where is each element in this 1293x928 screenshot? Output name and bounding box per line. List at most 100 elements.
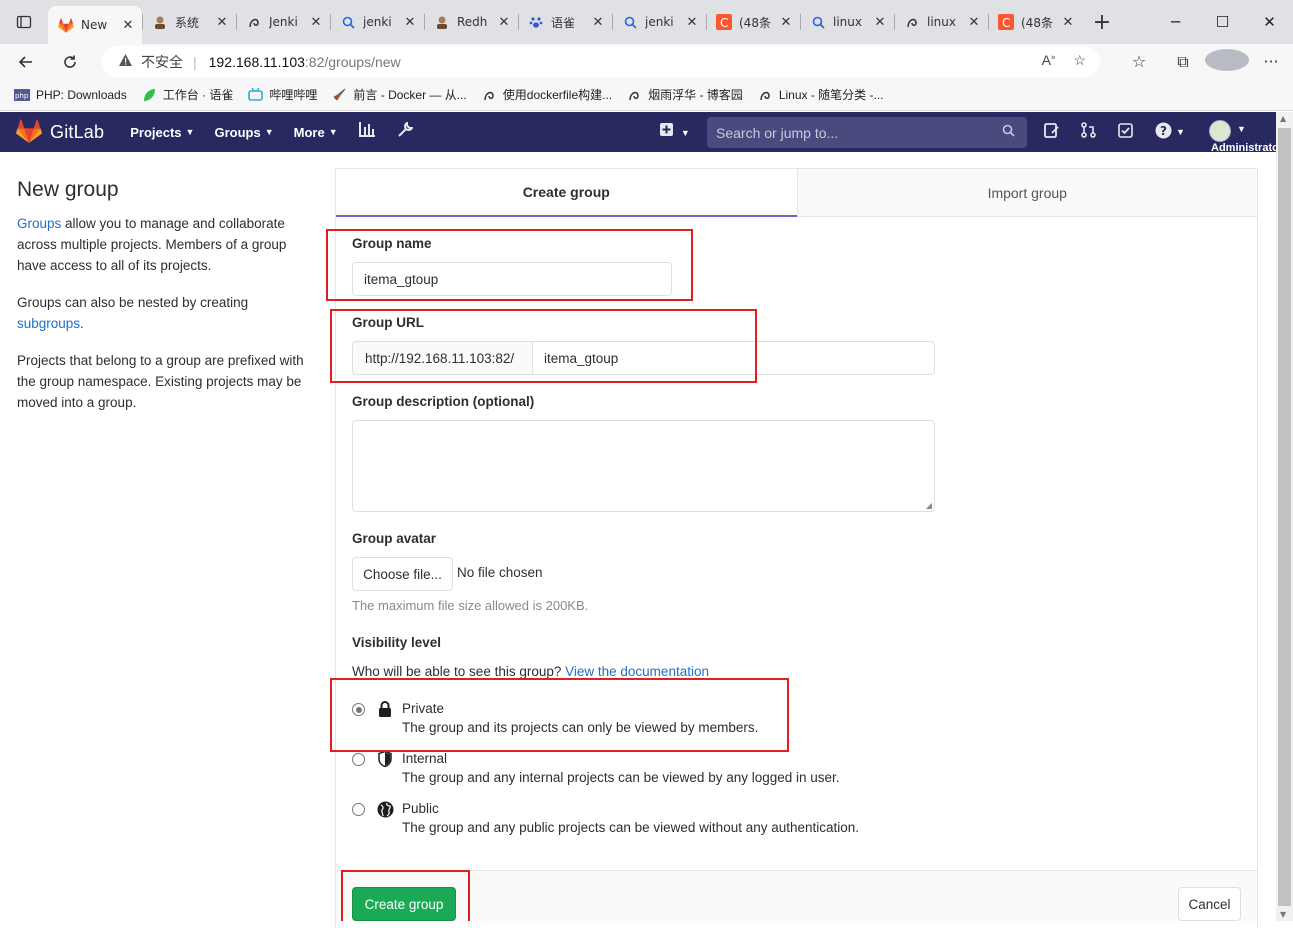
visibility-option-public[interactable]: Public The group and any public projects… xyxy=(352,801,952,841)
browser-tab[interactable]: Jenki ✕ xyxy=(236,4,330,40)
scroll-up-icon[interactable]: ▲ xyxy=(1280,114,1286,123)
gitlab-home-link[interactable]: GitLab xyxy=(16,118,105,146)
reload-icon[interactable] xyxy=(52,46,88,78)
browser-tab[interactable]: linux ✕ xyxy=(800,4,894,40)
browser-tab[interactable]: jenki ✕ xyxy=(330,4,424,40)
close-tab-icon[interactable]: ✕ xyxy=(308,15,324,30)
new-group-sidebar: New group Groups allow you to manage and… xyxy=(17,178,317,429)
activity-chart-icon[interactable] xyxy=(358,122,375,142)
issues-icon[interactable] xyxy=(1044,122,1059,142)
gitlab-search-input[interactable]: Search or jump to... xyxy=(707,117,1027,148)
close-tab-icon[interactable]: ✕ xyxy=(1060,15,1076,30)
tab-import-group[interactable]: Import group xyxy=(796,169,1257,217)
close-tab-icon[interactable]: ✕ xyxy=(120,18,136,33)
choose-file-button[interactable]: Choose file... xyxy=(352,557,453,591)
search-placeholder: Search or jump to... xyxy=(716,124,839,141)
internal-radio[interactable] xyxy=(352,753,365,766)
scrollbar-thumb[interactable] xyxy=(1278,128,1291,906)
window-controls: ─ ☐ ✕ xyxy=(1152,0,1293,44)
tab-actions-icon[interactable] xyxy=(0,0,48,44)
groups-menu[interactable]: Groups ▼ xyxy=(214,125,273,140)
maximize-icon[interactable]: ☐ xyxy=(1199,0,1246,44)
close-tab-icon[interactable]: ✕ xyxy=(496,15,512,30)
browser-tab-active[interactable]: New ✕ xyxy=(48,6,142,44)
close-tab-icon[interactable]: ✕ xyxy=(590,15,606,30)
group-description-textarea[interactable]: ◢ xyxy=(352,420,935,512)
more-menu[interactable]: More ▼ xyxy=(294,125,338,140)
add-favorite-icon[interactable]: ☆ xyxy=(1073,52,1086,69)
browser-tab[interactable]: linux ✕ xyxy=(894,4,988,40)
close-tab-icon[interactable]: ✕ xyxy=(778,15,794,30)
more-icon[interactable]: ··· xyxy=(1249,52,1293,71)
tab-create-group[interactable]: Create group xyxy=(336,169,797,217)
sidebar-paragraph: Groups allow you to manage and collabora… xyxy=(17,213,317,276)
close-tab-icon[interactable]: ✕ xyxy=(872,15,888,30)
bookmark-item[interactable]: 前言 - Docker — 从... xyxy=(331,86,467,103)
browser-tab[interactable]: 系统 ✕ xyxy=(142,4,236,40)
new-tab-button[interactable]: + xyxy=(1082,4,1122,40)
visibility-level-label: Visibility level xyxy=(352,635,442,650)
group-name-input[interactable]: itema_gtoup xyxy=(352,262,672,296)
bookmark-label: 使用dockerfile构建... xyxy=(502,88,613,102)
minimize-icon[interactable]: ─ xyxy=(1152,0,1199,44)
private-radio[interactable] xyxy=(352,703,365,716)
tab-title: Jenki xyxy=(269,15,298,29)
bookmark-item[interactable]: 工作台 · 语雀 xyxy=(141,86,233,103)
cancel-button[interactable]: Cancel xyxy=(1178,887,1241,921)
merge-request-icon[interactable] xyxy=(1081,122,1096,142)
read-aloud-icon[interactable]: A» xyxy=(1042,52,1056,69)
browser-tab[interactable]: C (48条 ✕ xyxy=(988,4,1082,40)
new-item-dropdown[interactable]: ▼ xyxy=(660,123,690,139)
close-tab-icon[interactable]: ✕ xyxy=(402,15,418,30)
tab-title: linux xyxy=(833,15,862,29)
close-tab-icon[interactable]: ✕ xyxy=(966,15,982,30)
browser-tab[interactable]: 语雀 ✕ xyxy=(518,4,612,40)
page-scrollbar[interactable]: ▲ ▼ xyxy=(1276,112,1293,921)
visibility-option-internal[interactable]: Internal The group and any internal proj… xyxy=(352,751,952,791)
search-icon xyxy=(1002,124,1015,140)
view-documentation-link[interactable]: View the documentation xyxy=(565,664,709,679)
gitlab-main-menu: Projects ▼ Groups ▼ More ▼ xyxy=(130,120,434,143)
bookmark-label: Linux - 随笔分类 -... xyxy=(778,88,884,102)
bookmark-item[interactable]: 使用dockerfile构建... xyxy=(481,86,612,103)
sidebar-text: . xyxy=(80,316,84,331)
gitlab-logo-icon xyxy=(16,118,42,146)
help-dropdown[interactable]: ? ▼ xyxy=(1155,122,1185,143)
close-tab-icon[interactable]: ✕ xyxy=(684,15,700,30)
url-bar[interactable]: 不安全 | 192.168.11.103:82/groups/new A» ☆ xyxy=(102,46,1100,77)
profile-icon[interactable] xyxy=(1205,48,1249,75)
create-group-button[interactable]: Create group xyxy=(352,887,456,921)
security-label[interactable]: 不安全 xyxy=(141,52,183,72)
browser-tab[interactable]: Redh ✕ xyxy=(424,4,518,40)
back-icon[interactable] xyxy=(8,46,44,78)
visibility-option-private[interactable]: Private The group and its projects can o… xyxy=(352,701,952,741)
favorites-icon[interactable]: ☆ xyxy=(1117,52,1161,71)
groups-help-link[interactable]: Groups xyxy=(17,216,61,231)
group-path-input[interactable]: itema_gtoup xyxy=(532,341,935,375)
leaf-icon xyxy=(141,87,157,103)
projects-menu[interactable]: Projects ▼ xyxy=(130,125,194,140)
resize-handle-icon[interactable]: ◢ xyxy=(926,501,932,510)
collections-icon[interactable]: ⧉ xyxy=(1161,52,1205,72)
browser-tab[interactable]: jenki ✕ xyxy=(612,4,706,40)
bookmark-item[interactable]: 烟雨浮华 - 博客园 xyxy=(626,86,743,103)
close-tab-icon[interactable]: ✕ xyxy=(214,15,230,30)
swirl-icon xyxy=(626,87,642,103)
gitlab-brand: GitLab xyxy=(50,121,105,142)
user-menu[interactable]: ▼ Administrator xyxy=(1209,120,1276,152)
svg-text:C: C xyxy=(1002,16,1010,30)
warning-icon[interactable] xyxy=(118,53,133,70)
subgroups-help-link[interactable]: subgroups xyxy=(17,316,80,331)
bookmark-item[interactable]: 哔哩哔哩 xyxy=(247,86,317,103)
private-description: The group and its projects can only be v… xyxy=(402,720,759,735)
todo-icon[interactable] xyxy=(1118,122,1133,142)
public-radio[interactable] xyxy=(352,803,365,816)
gitlab-icon xyxy=(58,17,74,33)
scroll-down-icon[interactable]: ▼ xyxy=(1280,910,1286,919)
wrench-icon[interactable] xyxy=(397,120,414,143)
bookmark-item[interactable]: php PHP: Downloads xyxy=(14,87,127,103)
browser-tab[interactable]: C (48条 ✕ xyxy=(706,4,800,40)
bookmark-item[interactable]: Linux - 随笔分类 -... xyxy=(757,86,884,103)
chevron-down-icon: ▼ xyxy=(680,128,690,138)
close-window-icon[interactable]: ✕ xyxy=(1246,0,1293,44)
